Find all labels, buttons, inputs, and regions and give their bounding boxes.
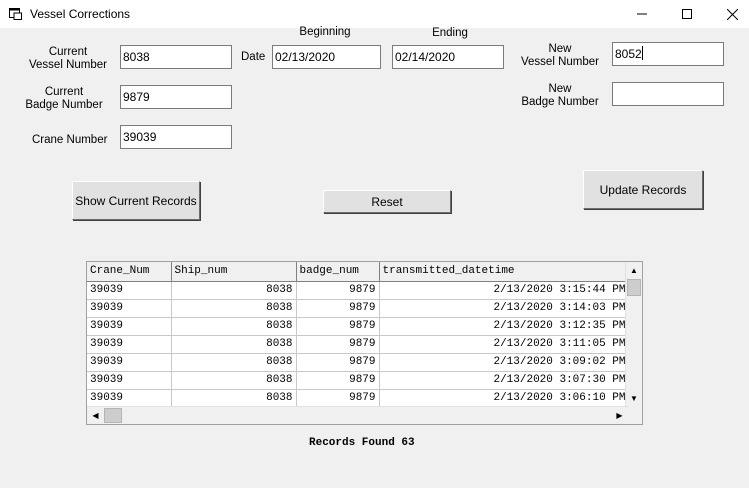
current-badge-input[interactable]: 9879 (120, 85, 232, 109)
crane-number-input[interactable]: 39039 (120, 125, 232, 149)
minimize-icon (637, 13, 647, 15)
cell-transmitted-datetime: 2/13/2020 3:09:02 PM (379, 353, 630, 372)
cell-badge-num: 9879 (296, 281, 380, 300)
cell-transmitted-datetime: 2/13/2020 3:12:35 PM (379, 317, 630, 336)
table-row[interactable]: 39039 8038 9879 2/13/2020 3:06:10 PM (87, 389, 630, 408)
current-vessel-label: Current Vessel Number (28, 46, 108, 72)
cell-transmitted-datetime: 2/13/2020 3:06:10 PM (379, 389, 630, 408)
new-vessel-label-line2: Vessel Number (521, 56, 599, 68)
new-badge-label: New Badge Number (518, 83, 602, 109)
cell-badge-num: 9879 (296, 299, 380, 318)
scroll-up-icon[interactable]: ▲ (626, 262, 642, 279)
close-button[interactable] (709, 0, 749, 28)
beginning-label: Beginning (299, 26, 351, 38)
update-records-button[interactable]: Update Records (583, 170, 703, 209)
cell-ship-num: 8038 (171, 371, 297, 390)
cell-badge-num: 9879 (296, 353, 380, 372)
cell-ship-num: 8038 (171, 299, 297, 318)
new-badge-input[interactable] (612, 82, 724, 106)
reset-button[interactable]: Reset (323, 190, 451, 213)
cell-ship-num: 8038 (171, 281, 297, 300)
table-row[interactable]: 39039 8038 9879 2/13/2020 3:12:35 PM (87, 317, 630, 336)
vertical-scroll-thumb[interactable] (627, 279, 641, 296)
cell-ship-num: 8038 (171, 317, 297, 336)
records-table: Crane_Num Ship_num badge_num transmitted… (87, 262, 630, 408)
current-vessel-input[interactable]: 8038 (120, 45, 232, 69)
cell-crane-num: 39039 (87, 317, 172, 336)
new-badge-label-line2: Badge Number (521, 96, 599, 108)
app-window-icon (9, 8, 22, 20)
cell-crane-num: 39039 (87, 371, 172, 390)
table-row[interactable]: 39039 8038 9879 2/13/2020 3:07:30 PM (87, 371, 630, 390)
new-vessel-input[interactable]: 8052 (612, 42, 724, 66)
table-row[interactable]: 39039 8038 9879 2/13/2020 3:11:05 PM (87, 335, 630, 354)
date-label: Date (241, 51, 266, 63)
records-grid[interactable]: Crane_Num Ship_num badge_num transmitted… (86, 261, 643, 425)
horizontal-scroll-thumb[interactable] (104, 408, 122, 423)
table-header-row: Crane_Num Ship_num badge_num transmitted… (87, 262, 630, 282)
text-caret (641, 46, 643, 60)
cell-ship-num: 8038 (171, 335, 297, 354)
cell-ship-num: 8038 (171, 353, 297, 372)
scroll-down-icon[interactable]: ▼ (626, 390, 642, 407)
cell-crane-num: 39039 (87, 389, 172, 408)
maximize-button[interactable] (664, 0, 710, 28)
table-row[interactable]: 39039 8038 9879 2/13/2020 3:14:03 PM (87, 299, 630, 318)
cell-crane-num: 39039 (87, 281, 172, 300)
current-vessel-label-line2: Vessel Number (29, 59, 107, 71)
beginning-date-input[interactable]: 02/13/2020 (272, 45, 381, 69)
current-badge-label-line1: Current (44, 86, 84, 98)
table-row[interactable]: 39039 8038 9879 2/13/2020 3:09:02 PM (87, 353, 630, 372)
column-header-crane-num[interactable]: Crane_Num (87, 262, 172, 282)
ending-label: Ending (432, 27, 468, 39)
cell-ship-num: 8038 (171, 389, 297, 408)
cell-badge-num: 9879 (296, 317, 380, 336)
cell-badge-num: 9879 (296, 371, 380, 390)
close-icon (726, 8, 738, 20)
table-row[interactable]: 39039 8038 9879 2/13/2020 3:15:44 PM (87, 281, 630, 300)
maximize-icon (682, 9, 692, 19)
scroll-corner (626, 407, 642, 424)
current-badge-label-line2: Badge Number (25, 99, 103, 111)
cell-transmitted-datetime: 2/13/2020 3:11:05 PM (379, 335, 630, 354)
window-title: Vessel Corrections (30, 7, 131, 21)
horizontal-scrollbar[interactable]: ◀ ▶ (87, 406, 628, 424)
cell-transmitted-datetime: 2/13/2020 3:15:44 PM (379, 281, 630, 300)
records-found-label: Records Found 63 (309, 437, 415, 449)
new-vessel-label: New Vessel Number (518, 43, 602, 69)
cell-badge-num: 9879 (296, 389, 380, 408)
cell-crane-num: 39039 (87, 353, 172, 372)
cell-crane-num: 39039 (87, 335, 172, 354)
column-header-ship-num[interactable]: Ship_num (171, 262, 297, 282)
cell-transmitted-datetime: 2/13/2020 3:14:03 PM (379, 299, 630, 318)
cell-transmitted-datetime: 2/13/2020 3:07:30 PM (379, 371, 630, 390)
new-vessel-input-text: 8052 (615, 47, 642, 61)
new-badge-label-line1: New (548, 83, 572, 95)
current-badge-label: Current Badge Number (24, 86, 104, 112)
column-header-transmitted-datetime[interactable]: transmitted_datetime (379, 262, 630, 282)
cell-crane-num: 39039 (87, 299, 172, 318)
current-vessel-label-line1: Current (48, 46, 88, 58)
ending-date-input[interactable]: 02/14/2020 (392, 45, 504, 69)
minimize-button[interactable] (619, 0, 665, 28)
crane-number-label: Crane Number (32, 134, 108, 146)
scroll-left-icon[interactable]: ◀ (87, 407, 104, 424)
new-vessel-label-line1: New (548, 43, 572, 55)
cell-badge-num: 9879 (296, 335, 380, 354)
show-current-records-button[interactable]: Show Current Records (72, 181, 200, 220)
vertical-scrollbar[interactable]: ▲ ▼ (625, 262, 642, 407)
column-header-badge-num[interactable]: badge_num (296, 262, 380, 282)
